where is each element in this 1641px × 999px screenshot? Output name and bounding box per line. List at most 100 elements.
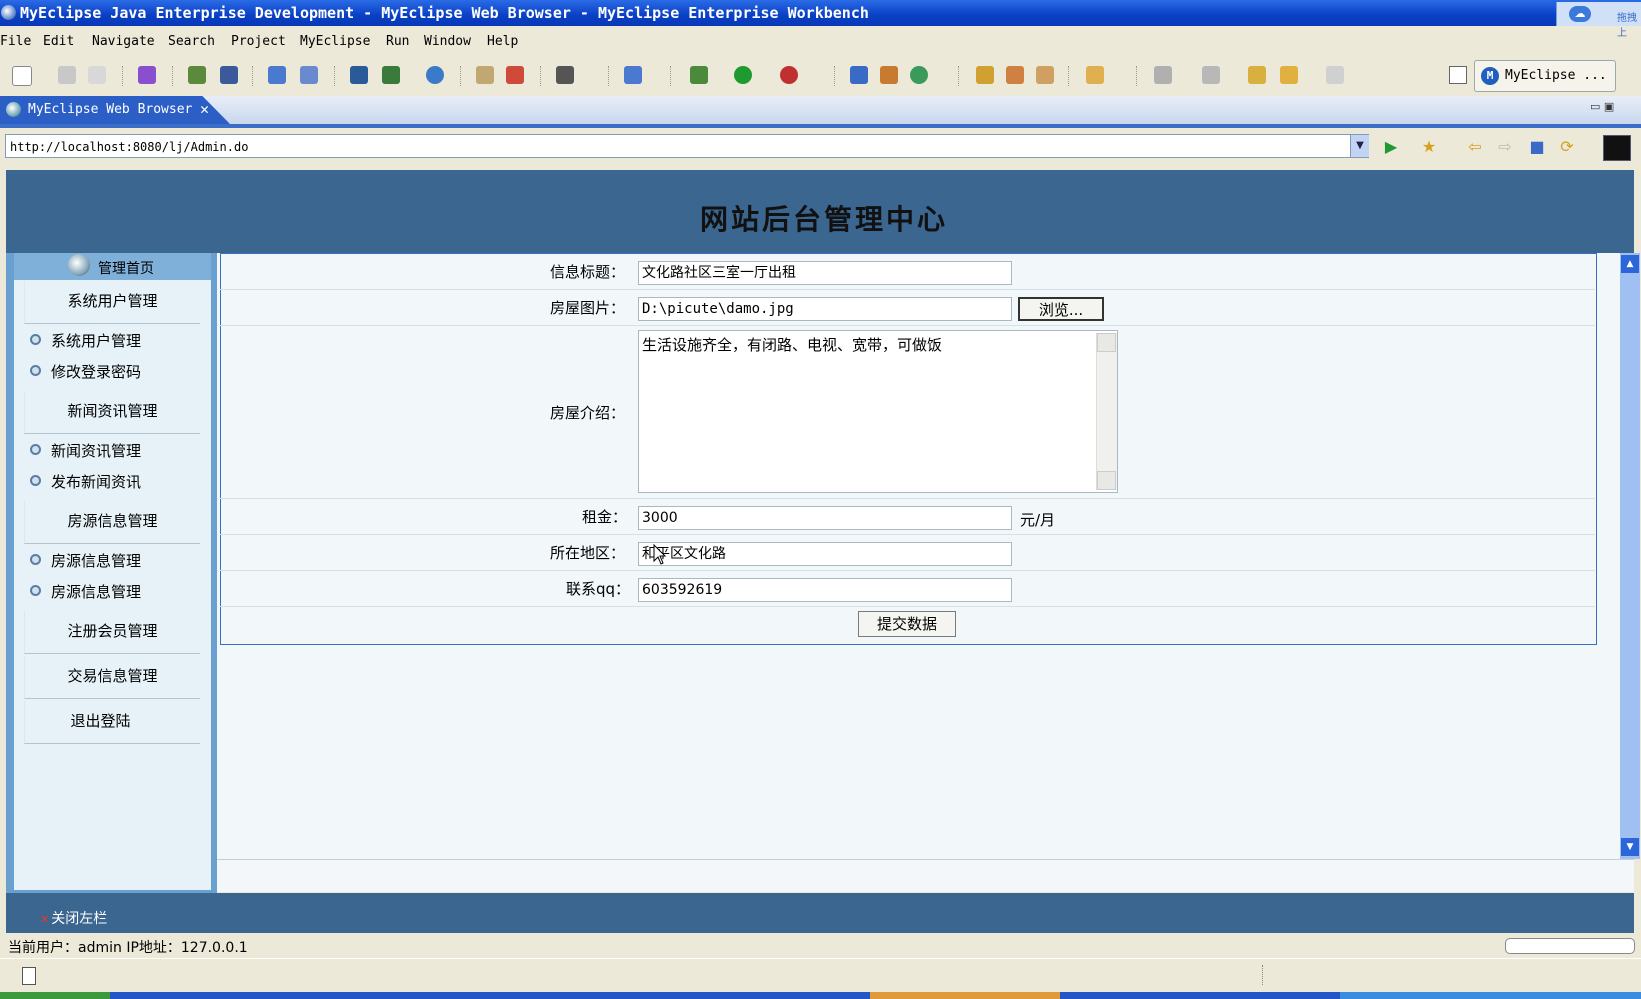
new-class-icon[interactable] (910, 66, 928, 84)
area-input[interactable]: 和平区文化路 (638, 542, 1012, 566)
site-footer (6, 893, 1634, 933)
sidebar-section-news[interactable]: 新闻资讯管理 (24, 391, 200, 434)
url-input[interactable]: http://localhost:8080/lj/Admin.do (5, 134, 1369, 158)
sidebar-item-system-users[interactable]: 系统用户管理 (30, 330, 141, 351)
stop-icon[interactable]: ■ (1528, 138, 1546, 156)
open-task-icon[interactable] (1006, 66, 1024, 84)
globe-icon (6, 102, 21, 117)
camera-icon[interactable] (556, 66, 574, 84)
myeclipse-logo-icon: M (1481, 67, 1499, 85)
minimize-maximize-controls[interactable]: ▭ ▣ (1590, 100, 1634, 114)
forward-icon[interactable] (1326, 66, 1344, 84)
save-icon[interactable] (58, 66, 76, 84)
menu-window[interactable]: Window (424, 34, 471, 49)
annotation-icon[interactable] (1154, 66, 1172, 84)
bullet-icon (30, 365, 41, 376)
last-edit-icon[interactable] (1248, 66, 1266, 84)
database-icon[interactable] (220, 66, 238, 84)
sidebar-item-label: 房源信息管理 (51, 552, 142, 570)
menu-edit[interactable]: Edit (43, 34, 74, 49)
new-wizard-icon[interactable] (624, 66, 642, 84)
debug-bug-icon[interactable] (188, 66, 206, 84)
menu-project[interactable]: Project (231, 34, 286, 49)
page-vertical-scrollbar[interactable]: ▲ ▼ (1620, 253, 1640, 859)
rent-input[interactable]: 3000 (638, 506, 1012, 530)
url-dropdown-chevron-icon[interactable]: ▼ (1350, 135, 1369, 157)
menu-search[interactable]: Search (168, 34, 215, 49)
close-tab-icon[interactable]: ✕ (200, 100, 209, 118)
menu-file[interactable]: File (0, 34, 31, 49)
submit-button[interactable]: 提交数据 (858, 611, 956, 637)
bullet-icon (30, 554, 41, 565)
scroll-down-icon[interactable]: ▼ (1621, 838, 1639, 856)
sidebar-item-news-manage[interactable]: 新闻资讯管理 (30, 440, 141, 461)
browse-button[interactable]: 浏览... (1018, 297, 1104, 321)
qq-input[interactable]: 603592619 (638, 578, 1012, 602)
new-project-icon[interactable] (850, 66, 868, 84)
external-tools-icon[interactable] (780, 66, 798, 84)
textarea-scrollbar[interactable] (1096, 333, 1117, 490)
run-server-icon[interactable] (350, 66, 368, 84)
sidebar-section-system-users[interactable]: 系统用户管理 (24, 281, 200, 324)
sidebar-section-members[interactable]: 注册会员管理 (24, 611, 200, 654)
add-icon[interactable] (506, 66, 524, 84)
run-icon[interactable] (734, 66, 752, 84)
scroll-up-icon[interactable]: ▲ (1621, 255, 1639, 273)
menu-help[interactable]: Help (487, 34, 518, 49)
perspective-switcher[interactable]: M MyEclipse ... (1474, 60, 1616, 92)
sidebar-item-housing-manage[interactable]: 房源信息管理 (30, 550, 141, 571)
debug-icon[interactable] (690, 66, 708, 84)
site-title: 网站后台管理中心 (700, 203, 949, 236)
sidebar-section-logout[interactable]: 退出登陆 (24, 701, 200, 744)
sidebar-section-housing[interactable]: 房源信息管理 (24, 501, 200, 544)
search-icon[interactable] (1036, 66, 1054, 84)
cloud-icon[interactable]: ☁ (1569, 6, 1591, 22)
globe-icon[interactable] (426, 66, 444, 84)
folder-icon[interactable] (1086, 66, 1104, 84)
refresh-icon[interactable]: ⟳ (1558, 138, 1576, 156)
scroll-down-icon[interactable] (1097, 471, 1116, 490)
app-globe-icon (1, 5, 16, 20)
go-icon[interactable]: ▶ (1382, 138, 1400, 156)
deploy-icon[interactable] (268, 66, 286, 84)
server-icon[interactable] (300, 66, 318, 84)
menu-run[interactable]: Run (386, 34, 409, 49)
open-perspective-icon[interactable] (1449, 66, 1467, 84)
back-arrow-icon[interactable]: ⇦ (1466, 138, 1484, 156)
bullet-icon (30, 334, 41, 345)
tray-widget[interactable]: ☁ 拖拽上 (1556, 2, 1641, 39)
favorites-star-icon[interactable]: ★ (1420, 138, 1438, 156)
open-folder-icon[interactable] (476, 66, 494, 84)
mouse-cursor-icon (653, 544, 667, 565)
browser-action-icon[interactable] (1603, 135, 1631, 161)
sidebar-item-change-password[interactable]: 修改登录密码 (30, 361, 141, 382)
sidebar-home[interactable]: 管理首页 (14, 253, 211, 280)
bullet-icon (30, 444, 41, 455)
sidebar-home-label: 管理首页 (98, 261, 154, 277)
sidebar-item-label: 新闻资讯管理 (51, 442, 142, 460)
new-package-icon[interactable] (880, 66, 898, 84)
tab-web-browser[interactable]: MyEclipse Web Browser ✕ (0, 96, 230, 124)
globe-icon (68, 254, 90, 276)
launch-icon[interactable] (382, 66, 400, 84)
sidebar-item-publish-news[interactable]: 发布新闻资讯 (30, 471, 141, 492)
image-file-input[interactable]: D:\picute\damo.jpg (638, 297, 1012, 321)
title-input[interactable]: 文化路社区三室一厅出租 (638, 261, 1012, 285)
close-left-panel-link[interactable]: ✕ 关闭左栏 (40, 908, 107, 928)
sidebar-item-housing-manage-2[interactable]: 房源信息管理 (30, 581, 141, 602)
back-icon[interactable] (1280, 66, 1298, 84)
print-icon[interactable] (88, 66, 106, 84)
sidebar-section-transactions[interactable]: 交易信息管理 (24, 656, 200, 699)
package-icon[interactable] (138, 66, 156, 84)
next-annotation-icon[interactable] (1202, 66, 1220, 84)
forward-arrow-icon[interactable]: ⇨ (1496, 138, 1514, 156)
scroll-up-icon[interactable] (1097, 333, 1116, 352)
fast-view-icon[interactable] (22, 967, 36, 985)
sidebar-item-label: 发布新闻资讯 (51, 473, 142, 491)
new-icon[interactable] (12, 66, 32, 86)
menu-navigate[interactable]: Navigate (92, 34, 155, 49)
menu-myeclipse[interactable]: MyEclipse (300, 34, 370, 49)
intro-textarea[interactable]: 生活设施齐全，有闭路、电视、宽带，可做饭 (638, 330, 1118, 493)
bullet-icon (30, 475, 41, 486)
open-type-icon[interactable] (976, 66, 994, 84)
